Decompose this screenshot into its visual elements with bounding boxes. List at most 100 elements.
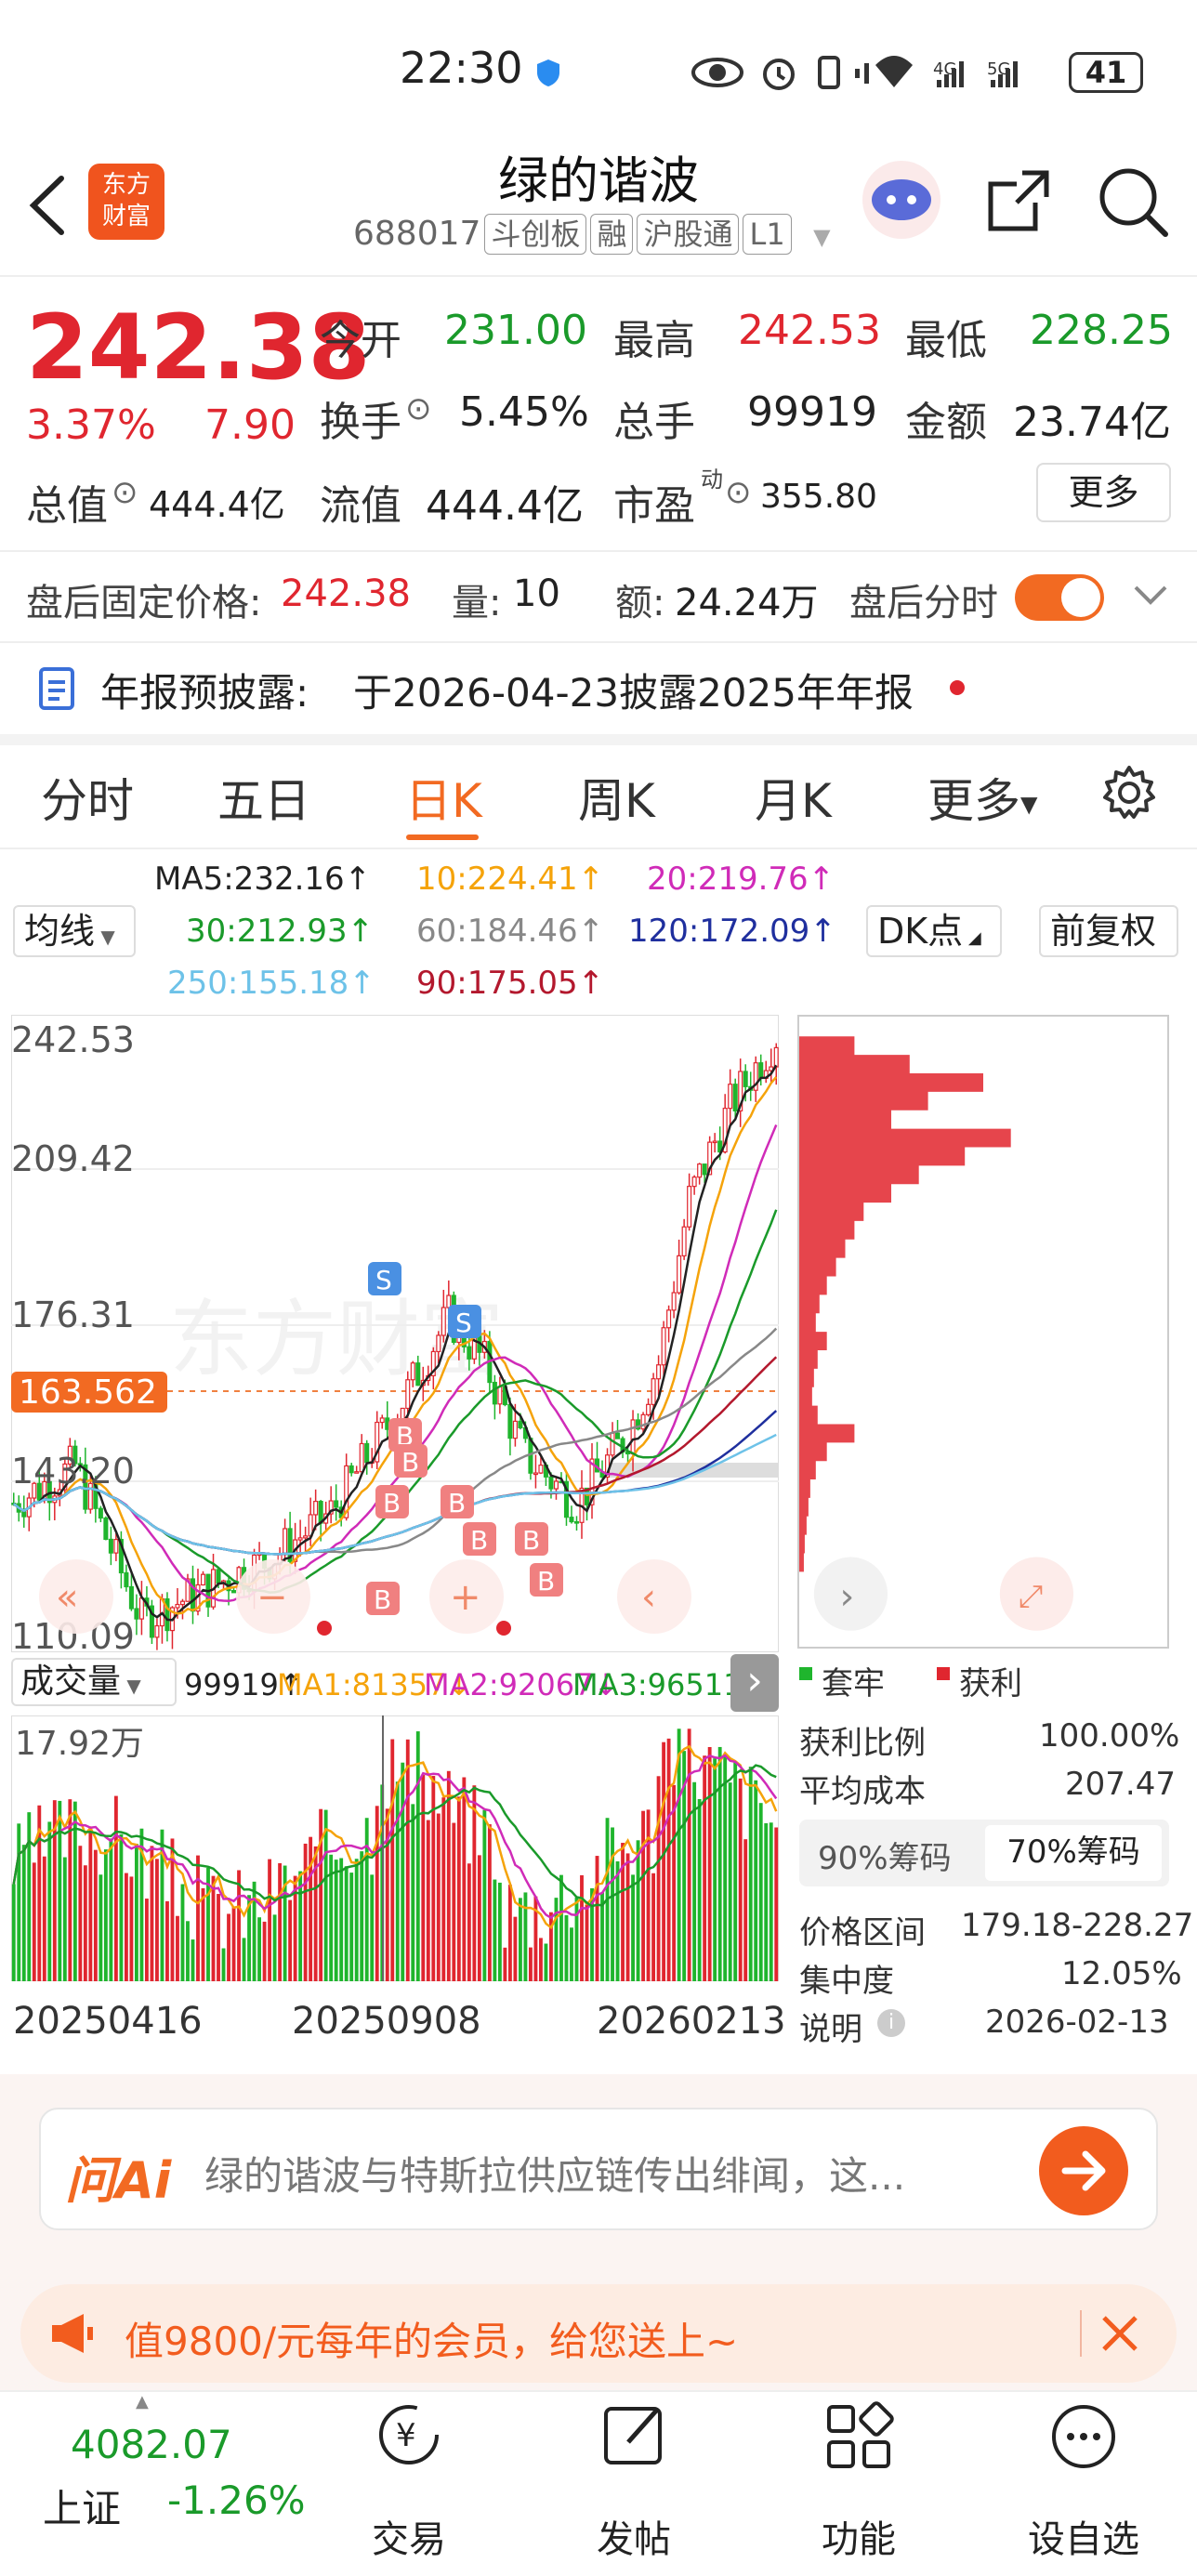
volume-bar <box>62 1857 67 1981</box>
volume-bar <box>103 1849 108 1981</box>
candle-body <box>512 1420 518 1439</box>
volume-selector-label: 成交量 <box>20 1663 122 1701</box>
chip-distribution-chart[interactable]: › ⤢ <box>797 1015 1169 1649</box>
stock-code-row[interactable]: 688017 斗创板融沪股通 L1 ▼ <box>353 214 831 255</box>
tab-daily-k[interactable]: 日K <box>405 764 482 831</box>
ma250-value: 250:155.18↑ <box>167 965 375 1002</box>
expand-icon[interactable]: ⤢ <box>1019 1578 1044 1614</box>
volume-bar <box>452 1822 456 1981</box>
dk-point-button[interactable]: DK点 ◢ <box>866 905 1002 957</box>
volume-bar <box>309 1836 313 1981</box>
volume-bar <box>334 1860 338 1981</box>
avg-cost: 207.47 <box>1065 1766 1176 1803</box>
volume-bar <box>774 1827 779 1981</box>
ai-question-bar[interactable]: 问Ai 绿的谐波与特斯拉供应链传出绯闻，这... <box>39 2108 1158 2230</box>
nav-add-watchlist[interactable]: 设自选 <box>1028 2509 1139 2563</box>
info-icon[interactable]: i <box>877 2009 905 2037</box>
chevron-right-icon[interactable]: › <box>840 1575 855 1618</box>
tab-monthly-k[interactable]: 月K <box>755 764 832 831</box>
chevron-right-icon[interactable]: › <box>730 1654 779 1712</box>
robot-assistant-icon[interactable] <box>860 158 943 242</box>
volume-bar <box>201 1887 205 1981</box>
candle-body <box>492 1381 497 1405</box>
candlestick-chart[interactable]: 东方财富 242.53 209.42 176.31 143.20 110.09 … <box>11 1015 779 1652</box>
index-name[interactable]: 上证 <box>43 2477 121 2534</box>
tab-more[interactable]: 更多▼ <box>927 764 1037 831</box>
ai-submit-button[interactable] <box>1039 2126 1128 2215</box>
volume-bar <box>570 1927 573 1981</box>
info-icon[interactable]: ⊙ <box>405 390 432 427</box>
candle-body <box>134 1608 139 1620</box>
zoom-in-icon[interactable]: + <box>450 1576 481 1619</box>
ma20-value: 20:219.76↑ <box>647 861 835 898</box>
volume-bar <box>431 1776 436 1981</box>
tab-intraday[interactable]: 分时 <box>41 764 134 831</box>
dropdown-triangle-icon: ▼ <box>1020 791 1038 818</box>
chevron-down-icon: ▼ <box>813 224 831 250</box>
volume-bar <box>27 1812 32 1981</box>
index-value[interactable]: 4082.07 <box>71 2422 232 2467</box>
info-icon[interactable]: ⊙ <box>112 474 138 511</box>
volume-bar <box>487 1824 492 1981</box>
share-icon[interactable] <box>983 165 1054 236</box>
nav-post[interactable]: 发帖 <box>597 2509 671 2563</box>
dropdown-triangle-icon: ▼ <box>95 926 115 948</box>
index-change[interactable]: -1.26% <box>167 2477 306 2523</box>
volume-bar <box>441 1797 446 1981</box>
after-hours-price: 242.38 <box>281 572 411 615</box>
unread-dot <box>950 680 965 695</box>
after-hours-toggle[interactable] <box>1015 574 1104 621</box>
close-icon[interactable] <box>1098 2312 1141 2355</box>
volume-bar <box>482 1809 487 1981</box>
tab-five-day[interactable]: 五日 <box>217 764 310 831</box>
candle-body <box>712 1140 717 1144</box>
promo-banner[interactable]: 值9800/元每年的会员，给您送上~ <box>20 2284 1177 2383</box>
volume-bar <box>124 1873 128 1981</box>
high-label: 最高 <box>613 317 695 364</box>
candle-body <box>354 1471 360 1474</box>
volume-bar <box>748 1767 753 1981</box>
volume-bar <box>78 1846 83 1981</box>
volume-bar <box>528 1947 533 1981</box>
candle-body <box>179 1600 186 1606</box>
ma-selector[interactable]: 均线 ▼ <box>13 905 136 957</box>
volume-bar <box>743 1839 748 1981</box>
volume-bar <box>390 1739 395 1981</box>
volume-bar <box>323 1809 328 1981</box>
candle-body <box>569 1517 574 1523</box>
chevron-up-icon[interactable]: ▲ <box>136 2392 149 2412</box>
tab-weekly-k[interactable]: 周K <box>578 764 655 831</box>
tab-70-chips[interactable]: 70%筹码 <box>985 1825 1162 1881</box>
volume-bar <box>278 1862 283 1981</box>
candle-body <box>497 1386 503 1405</box>
volume-bar <box>687 1728 691 1981</box>
chevron-down-icon[interactable] <box>1132 582 1169 610</box>
volume-selector[interactable]: 成交量 ▼ <box>11 1658 177 1706</box>
adjust-button[interactable]: 前复权 <box>1039 905 1178 957</box>
nav-functions[interactable]: 功能 <box>822 2509 896 2563</box>
candle-body <box>441 1307 446 1336</box>
functions-grid-icon[interactable] <box>823 2401 894 2472</box>
megaphone-icon <box>52 2314 93 2353</box>
notice-text[interactable]: 于2026-04-23披露2025年年报 <box>353 662 914 718</box>
nav-trade[interactable]: 交易 <box>372 2509 446 2563</box>
info-icon[interactable]: ⊙ <box>725 474 752 511</box>
divider <box>0 275 1197 277</box>
volume-bar <box>559 1874 563 1981</box>
trade-icon[interactable]: ¥ <box>374 2399 444 2470</box>
more-button[interactable]: 更多 <box>1036 463 1171 522</box>
volume-chart[interactable]: 17.92万 <box>11 1715 779 1981</box>
volume-bar <box>666 1738 671 1981</box>
amount-value: 23.74亿 <box>1013 399 1171 446</box>
volume-label: 总手 <box>613 399 695 446</box>
volume-bar <box>272 1914 277 1981</box>
candle-body <box>379 1417 385 1424</box>
search-icon[interactable] <box>1097 165 1171 240</box>
zoom-out-icon[interactable]: − <box>256 1576 288 1619</box>
post-edit-icon[interactable] <box>600 2399 671 2470</box>
rewind-icon[interactable]: « <box>56 1576 78 1619</box>
step-back-icon[interactable]: ‹ <box>641 1576 656 1619</box>
more-dots-icon[interactable] <box>1048 2401 1119 2472</box>
gear-icon[interactable] <box>1100 764 1158 821</box>
tab-90-chips[interactable]: 90%筹码 <box>818 1833 952 1878</box>
